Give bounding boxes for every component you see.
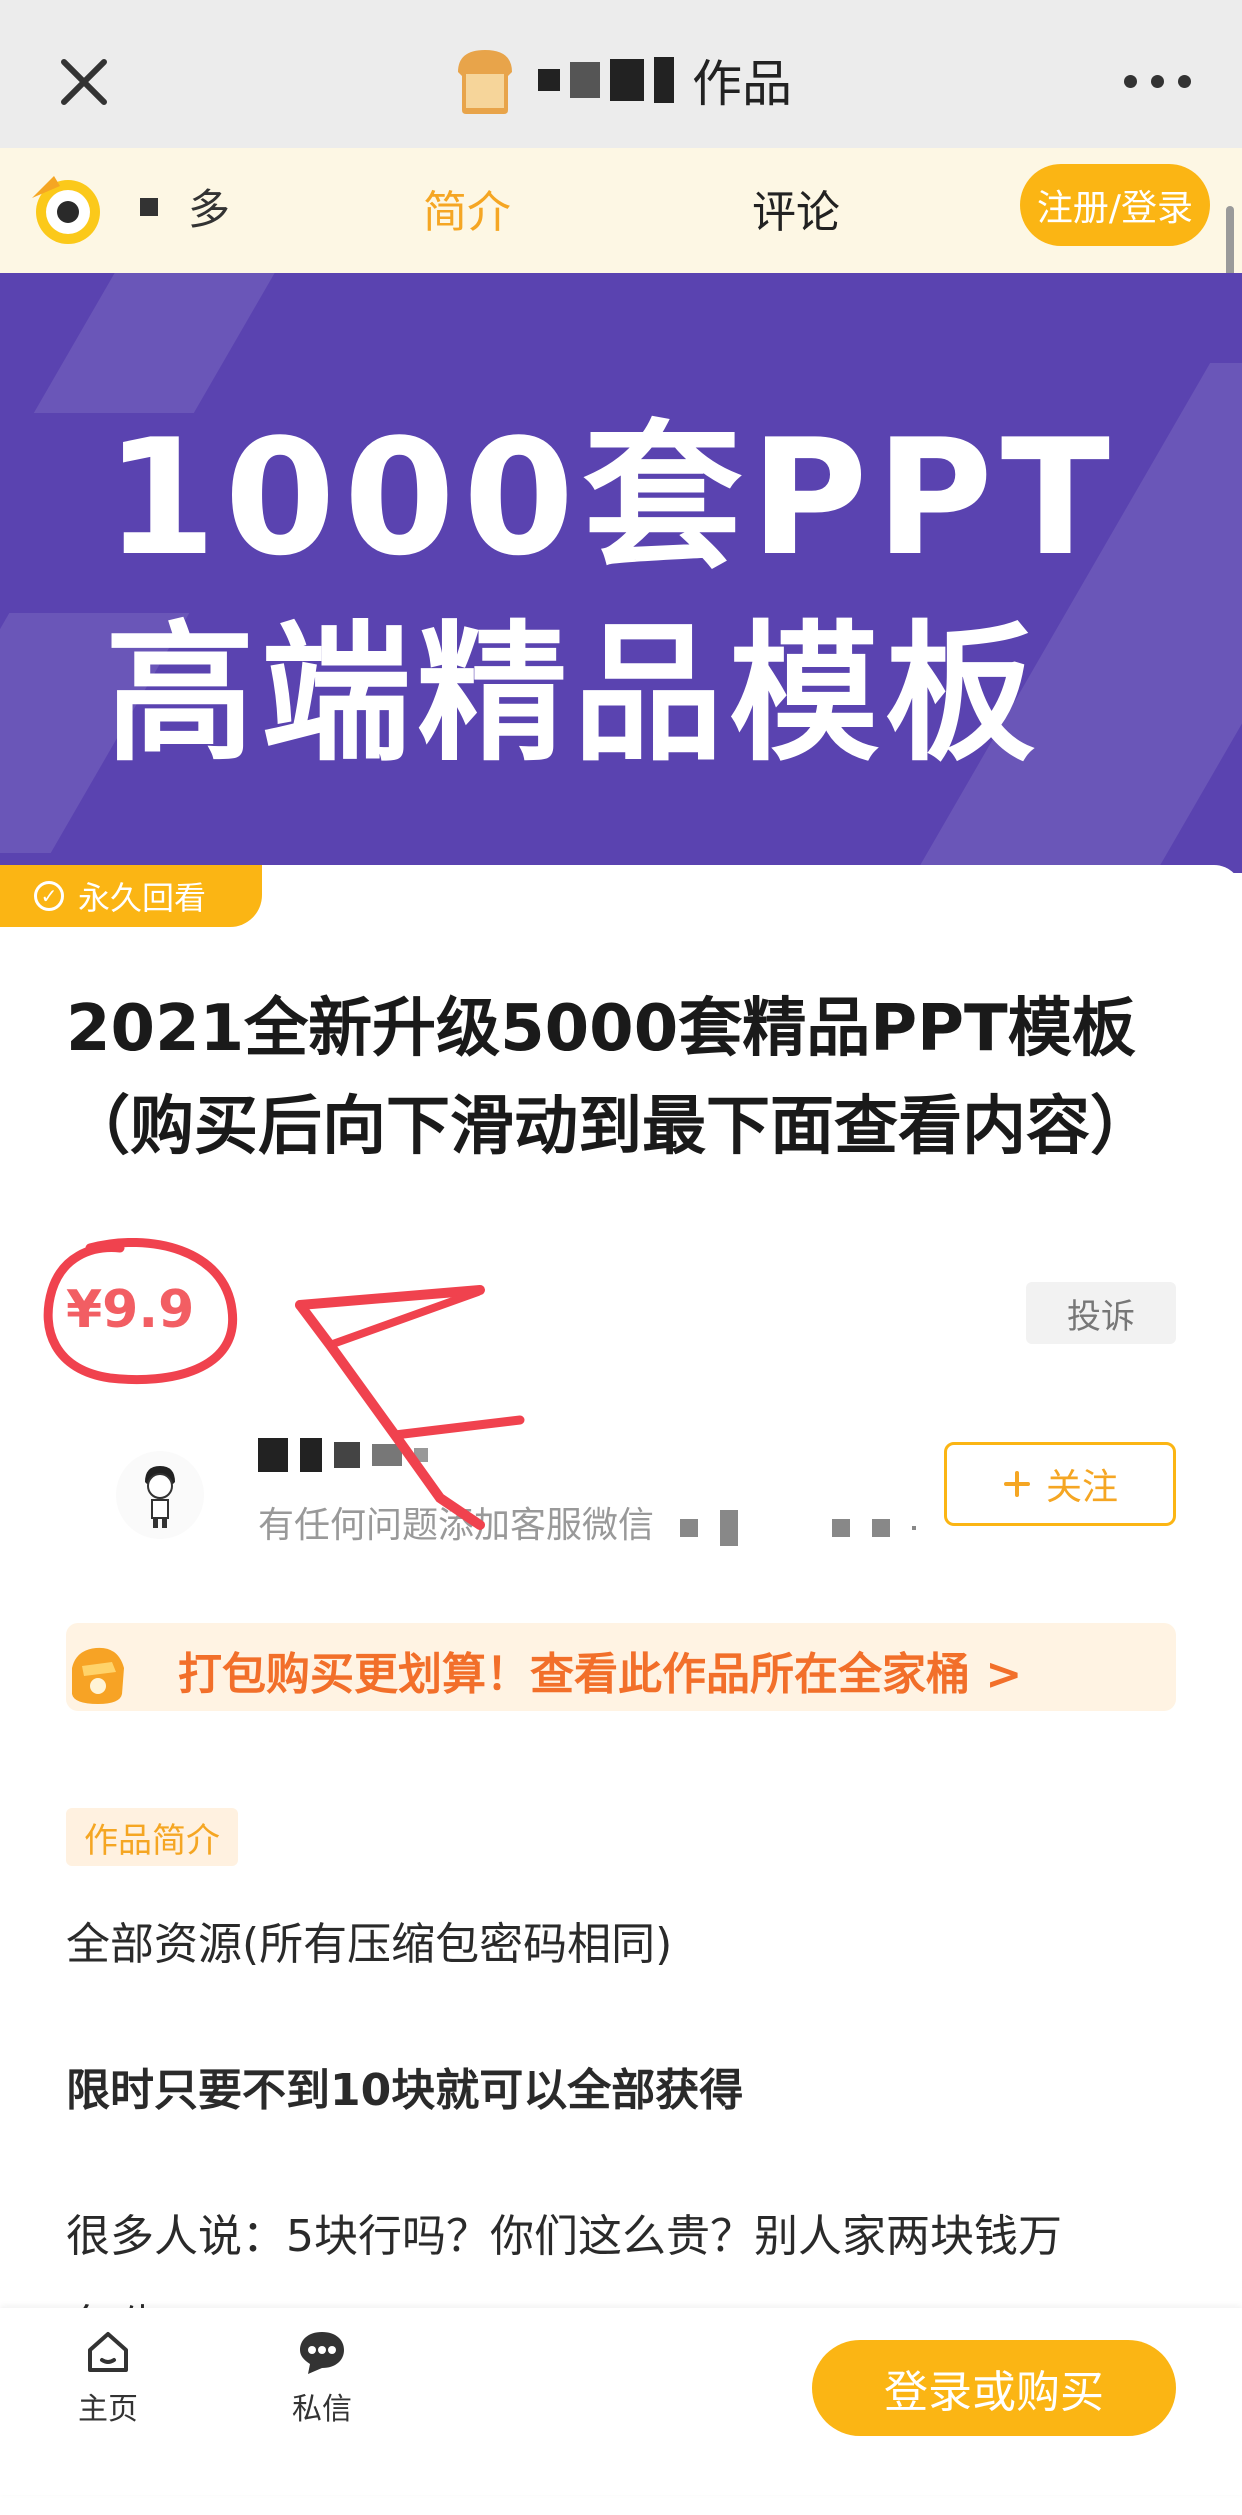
shop-name-text: 多 [188,185,231,234]
intro-paragraph: 很多人说：5块行吗？你们这么贵？别人家两块钱万 [66,2211,1062,2262]
replay-badge-label: 永久回看 [78,879,207,917]
follow-button[interactable]: 关注 [944,1442,1176,1526]
bottom-tab-home-label: 主页 [78,2392,138,2427]
check-icon: ✓ [34,881,64,911]
report-button[interactable]: 投诉 [1026,1282,1176,1344]
close-button[interactable] [52,50,116,114]
masked-title-text [538,57,674,103]
bottom-tab-messages-label: 私信 [292,2392,352,2427]
gift-bag-icon [72,1647,124,1704]
bundle-link-text[interactable]: 打包购买更划算！查看此作品所在全家桶 > [178,1638,1022,1702]
tab-intro[interactable]: 简介 [423,176,511,240]
seller-description: 有任何问题添加客服微信 [258,1505,655,1546]
intro-paragraph: 全部资源(所有压缩包密码相同) [66,1919,673,1970]
login-or-buy-button[interactable]: 登录或购买 [812,2340,1176,2436]
bottom-tab-messages[interactable]: 私信 [282,2328,362,2428]
bread-icon [458,50,512,114]
banner-headline: 1000套PPT [105,404,1118,591]
intro-section-tag: 作品简介 [66,1808,238,1866]
cover-banner: 1000套PPT 高端精品模板 [0,273,1242,873]
title-text: 作品 [692,55,792,113]
seller-contact-masked [680,1510,916,1546]
more-button[interactable] [1124,66,1204,96]
more-icon [1124,74,1137,88]
seller-name-masked[interactable] [258,1438,428,1472]
shop-logo-icon[interactable] [30,170,110,250]
price: ¥9.9 [66,1280,195,1340]
page-title: 作品 [450,40,792,120]
close-icon [61,59,107,105]
intro-paragraph: 限时只要不到10块就可以全部获得 [66,2065,744,2116]
follow-label: 关注 [1045,1467,1118,1508]
banner-subheadline: 高端精品模板 [105,608,1042,782]
product-title: 2021全新升级5000套精品PPT模板（购买后向下滑动到最下面查看内容） [66,992,1154,1164]
bottom-tab-home[interactable]: 主页 [68,2328,148,2428]
avatar[interactable] [115,1450,205,1540]
replay-badge: ✓ 永久回看 [0,865,262,927]
chat-icon [300,2332,344,2374]
tab-comments[interactable]: 评论 [752,176,840,240]
login-register-button[interactable]: 注册/登录 [1020,164,1210,246]
plus-icon [1003,1471,1030,1497]
shop-name[interactable]: 多 [140,176,230,237]
home-icon [88,2332,128,2372]
